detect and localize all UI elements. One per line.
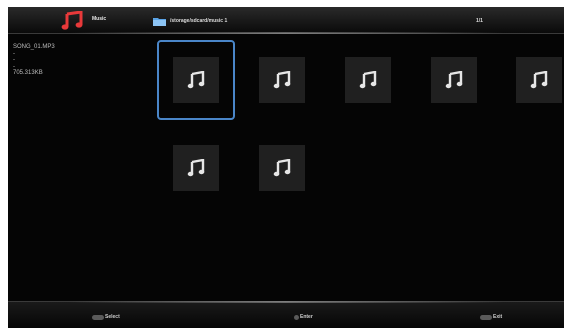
page-indicator: 1/1 (476, 18, 483, 24)
music-note-icon (273, 159, 291, 177)
file-size: 705.313KB (13, 70, 43, 77)
file-info-line: - (13, 63, 15, 70)
file-info-line: - (13, 57, 15, 64)
music-note-icon (187, 159, 205, 177)
header-divider (68, 32, 504, 34)
exit-key-icon (480, 314, 492, 320)
app-title: Music (92, 16, 107, 22)
file-info-line: - (13, 50, 15, 57)
footer-bar: Select Enter Exit (8, 301, 564, 328)
file-tile-1[interactable] (173, 57, 219, 103)
media-browser-screen: Music /storage/sdcard/music 1 1/1 SONG_0… (8, 7, 564, 328)
file-tile-3[interactable] (345, 57, 391, 103)
footer-divider (68, 301, 504, 303)
file-tile-6[interactable] (173, 145, 219, 191)
file-tile-2[interactable] (259, 57, 305, 103)
music-note-icon (273, 71, 291, 89)
enter-hint[interactable]: Enter (294, 314, 313, 320)
folder-icon (153, 18, 166, 26)
ok-key-icon (92, 314, 104, 320)
current-path: /storage/sdcard/music 1 (170, 18, 228, 24)
file-name: SONG_01.MP3 (13, 44, 55, 50)
music-note-icon (359, 71, 377, 89)
music-note-icon (445, 71, 463, 89)
enter-label: Enter (300, 314, 313, 320)
music-note-icon (187, 71, 205, 89)
select-label: Select (105, 314, 120, 320)
enter-key-icon (294, 314, 299, 320)
exit-hint[interactable]: Exit (480, 314, 502, 320)
exit-label: Exit (493, 314, 503, 320)
file-info-panel: SONG_01.MP3 - - - 705.313KB (13, 44, 55, 77)
select-hint[interactable]: Select (92, 314, 120, 320)
file-tile-7[interactable] (259, 145, 305, 191)
file-tile-5[interactable] (516, 57, 562, 103)
header-bar: Music /storage/sdcard/music 1 1/1 (8, 7, 564, 34)
file-tile-4[interactable] (431, 57, 477, 103)
music-note-icon (530, 71, 548, 89)
music-app-icon (61, 11, 83, 30)
